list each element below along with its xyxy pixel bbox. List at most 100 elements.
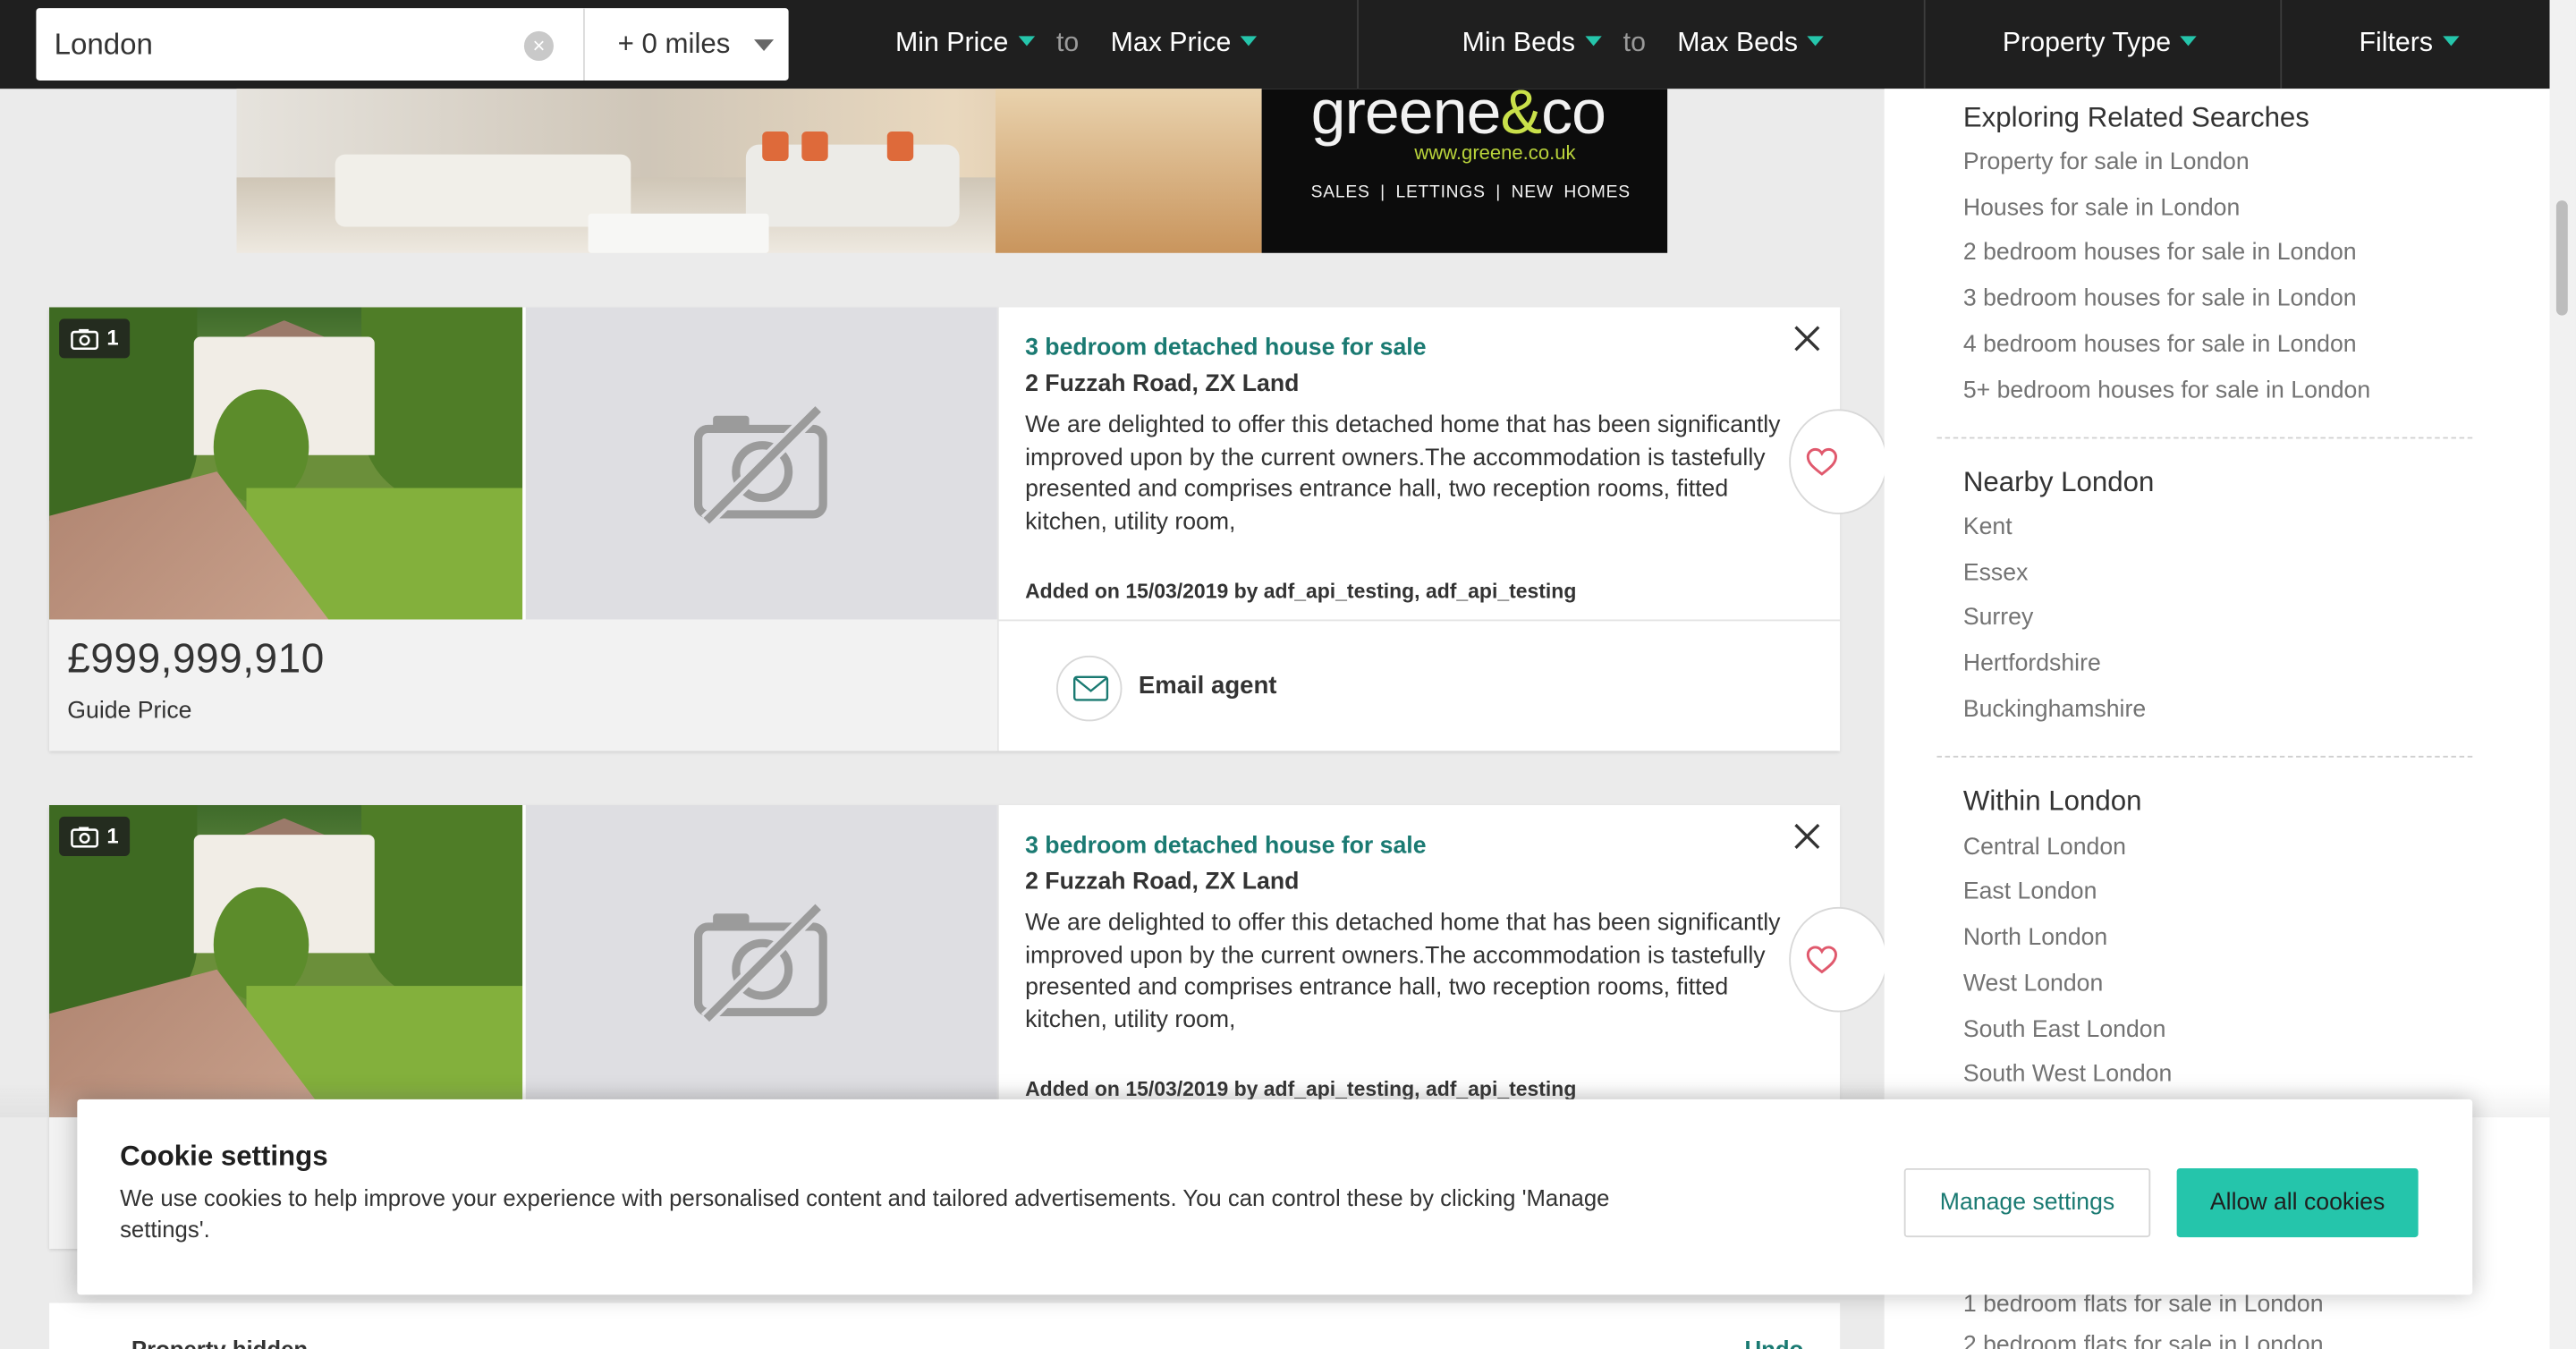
listing-price: £999,999,910 — [67, 635, 325, 683]
filters-button[interactable]: Filters — [2360, 28, 2460, 59]
chevron-down-icon — [2443, 36, 2460, 47]
listing-title[interactable]: 3 bedroom detached house for sale — [1025, 833, 1426, 859]
room-cushion — [801, 131, 828, 162]
photo-count: 1 — [106, 823, 119, 848]
flats-link[interactable]: 1 bedroom flats for sale in London — [1963, 1292, 2324, 1318]
close-icon[interactable] — [1792, 821, 1822, 851]
room-cushion — [762, 131, 789, 162]
camera-icon — [71, 826, 99, 847]
property-hidden-label: Property hidden — [131, 1336, 308, 1349]
divider — [583, 8, 585, 81]
no-image-icon — [694, 405, 827, 524]
max-beds-select[interactable]: Max Beds — [1677, 28, 1825, 59]
beds-to-label: to — [1623, 28, 1646, 58]
max-price-select[interactable]: Max Price — [1111, 28, 1258, 59]
min-price-label: Min Price — [895, 28, 1009, 58]
undo-link[interactable]: Undo — [1745, 1336, 1804, 1349]
related-link[interactable]: 4 bedroom houses for sale in London — [1963, 332, 2357, 358]
chevron-down-icon[interactable] — [754, 39, 775, 51]
related-link[interactable]: 3 bedroom houses for sale in London — [1963, 286, 2357, 312]
logo-wordmark: greene&co — [1310, 89, 1606, 148]
min-beds-select[interactable]: Min Beds — [1462, 28, 1602, 59]
clear-icon[interactable]: × — [523, 30, 554, 61]
photo-tree — [361, 805, 523, 1003]
logo-url: www.greene.co.uk — [1414, 140, 1576, 165]
location-field[interactable]: London × + 0 miles — [36, 8, 789, 81]
divider — [1357, 0, 1359, 89]
divider — [1936, 755, 2473, 758]
photo-count: 1 — [106, 325, 119, 351]
heart-icon — [1806, 447, 1837, 476]
room-stairs — [996, 89, 1262, 253]
room-table — [588, 213, 769, 253]
camera-icon — [71, 327, 99, 350]
listing-description: We are delighted to offer this detached … — [1025, 412, 1781, 535]
cookie-text: We use cookies to help improve your expe… — [120, 1184, 1610, 1243]
no-image-icon — [694, 904, 827, 1022]
related-link[interactable]: Houses for sale in London — [1963, 196, 2240, 222]
listing-added-date: Added on 15/03/2019 by adf_api_testing, … — [1025, 580, 1577, 604]
listing-card[interactable]: 1 3 bedroom detached house for sale 2 Fu… — [49, 307, 1888, 751]
divider — [2280, 0, 2283, 89]
nearby-link[interactable]: Kent — [1963, 514, 2012, 540]
save-favourite-button[interactable] — [1789, 906, 1888, 1013]
min-beds-label: Min Beds — [1462, 28, 1575, 58]
listing-description: We are delighted to offer this detached … — [1025, 910, 1781, 1033]
radius-select[interactable]: + 0 miles — [618, 28, 731, 61]
photo-tree — [361, 307, 523, 505]
max-price-label: Max Price — [1110, 28, 1232, 58]
listing-address: 2 Fuzzah Road, ZX Land — [1025, 869, 1300, 896]
manage-settings-button[interactable]: Manage settings — [1903, 1167, 2151, 1238]
listing-details[interactable]: 3 bedroom detached house for sale 2 Fuzz… — [996, 307, 1888, 620]
nearby-link[interactable]: Surrey — [1963, 605, 2033, 631]
heart-icon — [1806, 946, 1837, 974]
within-link[interactable]: West London — [1963, 971, 2103, 997]
banner-ad[interactable]: greene&co www.greene.co.uk SALES | LETTI… — [236, 89, 1668, 253]
room-cushion — [886, 131, 914, 162]
nearby-link[interactable]: Buckinghamshire — [1963, 697, 2146, 723]
within-link[interactable]: East London — [1963, 879, 2097, 905]
nearby-link[interactable]: Essex — [1963, 560, 2029, 586]
photo-count-badge: 1 — [59, 816, 131, 856]
related-link[interactable]: 5+ bedroom houses for sale in London — [1963, 378, 2370, 403]
divider — [1923, 0, 1926, 89]
scrollbar-thumb[interactable] — [2555, 200, 2568, 316]
listing-details[interactable]: 3 bedroom detached house for sale 2 Fuzz… — [996, 805, 1888, 1118]
within-link[interactable]: Central London — [1963, 835, 2126, 861]
scrollbar[interactable] — [2549, 0, 2576, 1349]
filters-label: Filters — [2359, 28, 2434, 58]
email-agent-button[interactable]: Email agent — [996, 619, 1841, 751]
chevron-down-icon — [1585, 36, 1602, 47]
listing-photo[interactable]: 1 — [49, 805, 523, 1118]
save-favourite-button[interactable] — [1789, 409, 1888, 514]
related-link[interactable]: 2 bedroom houses for sale in London — [1963, 240, 2357, 266]
listing-photo[interactable]: 1 — [49, 307, 523, 620]
within-link[interactable]: North London — [1963, 925, 2107, 951]
property-type-select[interactable]: Property Type — [2003, 28, 2198, 59]
location-input[interactable]: London — [55, 28, 153, 63]
related-link[interactable]: Property for sale in London — [1963, 149, 2250, 175]
property-hidden-notice: Property hidden Undo — [49, 1302, 1841, 1349]
page-root: London × + 0 miles Min Price to Max Pric… — [0, 0, 2576, 1349]
listing-image-placeholder[interactable] — [525, 805, 997, 1118]
chevron-down-icon — [1241, 36, 1258, 47]
min-price-select[interactable]: Min Price — [895, 28, 1035, 59]
flats-link[interactable]: 2 bedroom flats for sale in London — [1963, 1333, 2324, 1349]
within-title: Within London — [1962, 785, 2142, 817]
banner-room-image — [236, 89, 1262, 253]
listing-image-placeholder[interactable] — [525, 307, 997, 620]
mail-icon — [1073, 675, 1109, 701]
mail-icon-wrapper — [1055, 655, 1123, 722]
within-link[interactable]: South East London — [1963, 1017, 2166, 1043]
photo-count-badge: 1 — [59, 318, 131, 359]
chevron-down-icon — [1018, 36, 1035, 47]
price-qualifier: Guide Price — [67, 698, 192, 725]
listing-title[interactable]: 3 bedroom detached house for sale — [1025, 335, 1426, 361]
allow-all-cookies-button[interactable]: Allow all cookies — [2176, 1167, 2419, 1238]
room-sofa — [335, 154, 631, 227]
chevron-down-icon — [2181, 36, 2198, 47]
close-icon[interactable] — [1792, 324, 1822, 353]
related-searches-title: Exploring Related Searches — [1962, 101, 2309, 133]
nearby-link[interactable]: Hertfordshire — [1963, 650, 2101, 676]
chevron-down-icon — [1808, 36, 1825, 47]
